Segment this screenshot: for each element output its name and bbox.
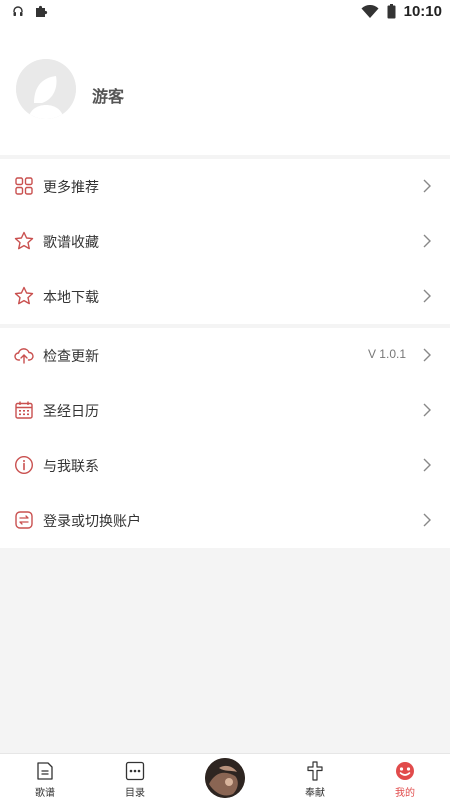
wifi-icon [361,4,379,18]
battery-icon [387,4,396,19]
grid-icon [15,177,33,195]
menu-item-label: 登录或切换账户 [43,514,141,530]
tab-catalog[interactable]: 目录 [90,754,180,800]
avatar-placeholder-icon [16,59,76,119]
status-time: 10:10 [403,3,442,20]
tab-label: 奉献 [305,788,325,799]
tab-songbook[interactable]: 歌谱 [0,754,90,800]
headphones-icon [13,6,23,16]
menu-item-song-favorites[interactable]: 歌谱收藏 [0,214,450,269]
menu-item-check-update[interactable]: 检查更新 V 1.0.1 [0,328,450,383]
bottom-tab-bar: 歌谱 目录 奉献 我的 [0,753,450,800]
menu-item-local-downloads[interactable]: 本地下载 [0,269,450,324]
info-icon [14,455,34,475]
tab-label: 目录 [125,788,145,799]
menu-item-contact-us[interactable]: 与我联系 [0,438,450,493]
tab-mine[interactable]: 我的 [360,754,450,800]
chevron-right-icon [423,348,431,362]
menu-item-label: 圣经日历 [43,404,99,420]
tab-label: 我的 [395,788,415,799]
menu-item-label: 与我联系 [43,459,99,475]
menu-item-label: 检查更新 [43,349,99,365]
status-bar: 10:10 [0,0,450,25]
menu-item-label: 歌谱收藏 [43,235,99,251]
cross-icon [307,761,323,781]
profile-face-icon [396,762,414,780]
music-disc-icon [205,758,245,798]
menu-item-login-switch-account[interactable]: 登录或切换账户 [0,493,450,548]
menu-item-more-recommend[interactable]: 更多推荐 [0,159,450,214]
chevron-right-icon [423,179,431,193]
music-player-button[interactable] [205,758,245,798]
chevron-right-icon [423,513,431,527]
star-icon [14,231,34,250]
chevron-right-icon [423,403,431,417]
tab-label: 歌谱 [35,788,55,799]
username[interactable]: 游客 [92,83,124,107]
menu-item-label: 更多推荐 [43,180,99,196]
star-icon [14,286,34,305]
menu-group-settings: 检查更新 V 1.0.1 圣经日历 与我联系 登录或切换账户 [0,328,450,548]
chevron-right-icon [423,458,431,472]
app-version: V 1.0.1 [367,347,406,361]
puzzle-icon [36,5,48,17]
calendar-icon [15,401,33,419]
document-icon [37,762,53,780]
cloud-upload-icon [14,348,34,364]
menu-item-bible-calendar[interactable]: 圣经日历 [0,383,450,438]
tab-offering[interactable]: 奉献 [270,754,360,800]
switch-icon [15,511,33,529]
menu-item-label: 本地下载 [43,290,99,306]
chevron-right-icon [423,234,431,248]
avatar[interactable] [16,59,76,119]
chevron-right-icon [423,289,431,303]
more-dots-icon [125,761,145,781]
profile-header: 游客 [0,25,450,155]
menu-group-library: 更多推荐 歌谱收藏 本地下载 [0,159,450,324]
